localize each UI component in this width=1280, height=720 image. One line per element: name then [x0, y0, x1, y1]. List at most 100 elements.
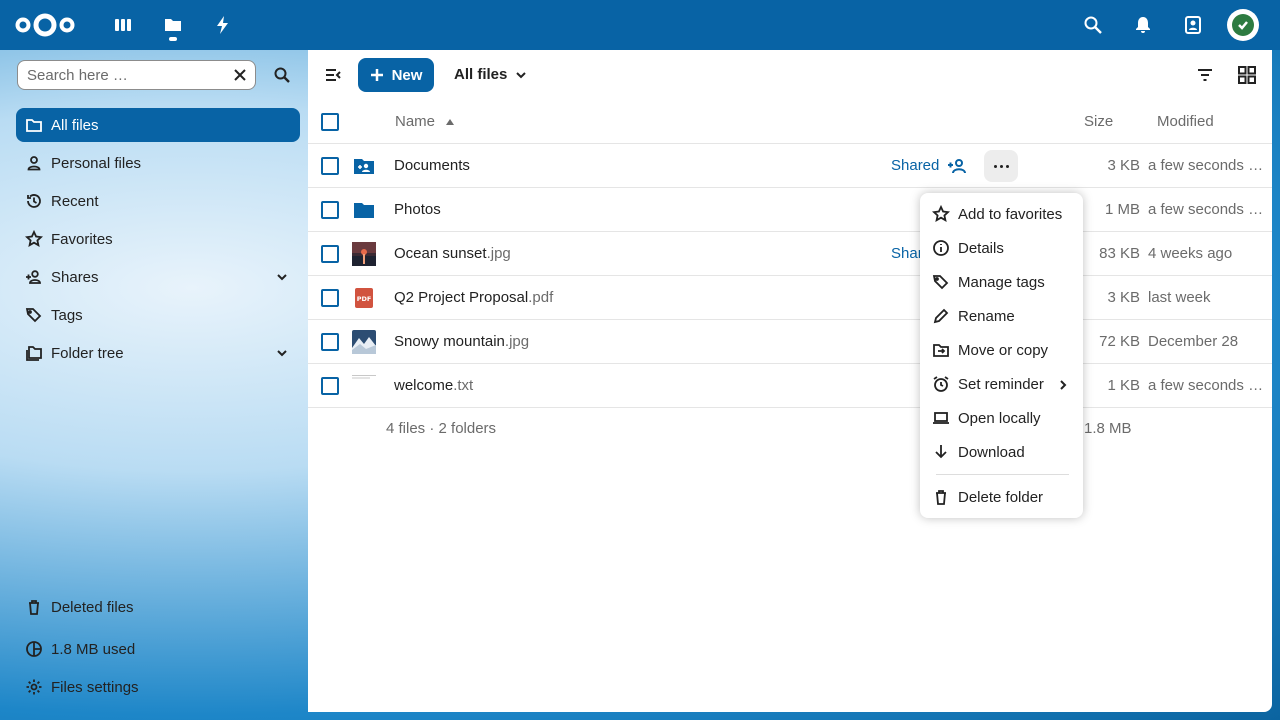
- file-list-header: Name Size Modified: [308, 100, 1272, 144]
- filter-icon[interactable]: [1196, 66, 1214, 84]
- file-list-summary: 4 files · 2 folders: [386, 420, 497, 437]
- actions-menu-button[interactable]: [984, 150, 1018, 182]
- column-name-header[interactable]: Name: [395, 113, 455, 130]
- notifications-icon[interactable]: [1131, 13, 1155, 37]
- dashboard-icon[interactable]: [111, 13, 135, 37]
- shared-label[interactable]: Shar: [891, 245, 923, 262]
- shared-folder-icon: [352, 154, 376, 178]
- column-size-header[interactable]: Size: [1084, 113, 1113, 130]
- file-size: 72 KB: [1099, 333, 1140, 350]
- file-size: 3 KB: [1107, 289, 1140, 306]
- menu-item-rename[interactable]: Rename: [920, 299, 1083, 333]
- select-all-checkbox[interactable]: [321, 113, 339, 131]
- clear-search-icon[interactable]: [232, 67, 248, 83]
- gear-icon: [24, 677, 44, 697]
- row-checkbox[interactable]: [321, 377, 339, 395]
- pdf-icon: PDF: [352, 286, 376, 310]
- online-status-icon: [1232, 14, 1254, 36]
- nextcloud-logo[interactable]: [14, 10, 76, 40]
- folder-icon: [352, 198, 376, 222]
- share-user-icon[interactable]: [947, 156, 967, 176]
- sidebar-item-folder-tree[interactable]: Folder tree: [16, 336, 300, 370]
- quota-label: 1.8 MB used: [51, 640, 136, 658]
- grid-view-icon[interactable]: [1237, 65, 1257, 85]
- table-row[interactable]: welcome.txt 1 KB a few seconds ago: [308, 364, 1272, 408]
- file-modified: 4 weeks ago: [1148, 245, 1233, 262]
- row-checkbox[interactable]: [321, 289, 339, 307]
- sort-ascending-icon: [446, 118, 455, 125]
- sidebar-item-personal-files[interactable]: Personal files: [16, 146, 300, 180]
- history-icon: [24, 191, 44, 211]
- search-input[interactable]: [27, 66, 217, 84]
- sidebar-item-label: All files: [51, 116, 99, 134]
- sidebar-item-shares[interactable]: Shares: [16, 260, 300, 294]
- menu-item-set-reminder[interactable]: Set reminder: [920, 367, 1083, 401]
- image-thumbnail-icon: [352, 330, 376, 354]
- activity-icon[interactable]: [211, 13, 235, 37]
- files-app-icon[interactable]: [161, 13, 185, 37]
- file-name[interactable]: Photos: [394, 201, 441, 218]
- tag-icon: [932, 273, 950, 291]
- file-name[interactable]: welcome.txt: [394, 377, 473, 394]
- table-row[interactable]: Documents Shared 3 KB a few seconds ago: [308, 144, 1272, 188]
- pencil-icon: [932, 307, 950, 325]
- shared-label[interactable]: Shared: [891, 157, 939, 174]
- sidebar-item-all-files[interactable]: All files: [16, 108, 300, 142]
- menu-item-add-to-favorites[interactable]: Add to favorites: [920, 197, 1083, 231]
- file-name[interactable]: Snowy mountain.jpg: [394, 333, 529, 350]
- file-name[interactable]: Ocean sunset.jpg: [394, 245, 511, 262]
- menu-item-details[interactable]: Details: [920, 231, 1083, 265]
- share-icon: [24, 267, 44, 287]
- toggle-sidebar-icon[interactable]: [324, 66, 342, 84]
- menu-item-open-locally[interactable]: Open locally: [920, 401, 1083, 435]
- sidebar-item-favorites[interactable]: Favorites: [16, 222, 300, 256]
- file-modified: December 28: [1148, 333, 1239, 350]
- navigation-sidebar: All files Personal files Recent Favorite…: [8, 50, 308, 712]
- folder-icon: [24, 115, 44, 135]
- top-bar: [0, 0, 1280, 50]
- menu-item-manage-tags[interactable]: Manage tags: [920, 265, 1083, 299]
- sidebar-item-label: Favorites: [51, 230, 113, 248]
- breadcrumb[interactable]: All files: [454, 66, 527, 83]
- menu-item-move-or-copy[interactable]: Move or copy: [920, 333, 1083, 367]
- new-button-label: New: [391, 66, 423, 84]
- sidebar-item-recent[interactable]: Recent: [16, 184, 300, 218]
- chevron-down-icon[interactable]: [274, 269, 290, 285]
- file-actions-menu: Add to favorites Details Manage tags Ren…: [920, 193, 1083, 518]
- chevron-down-icon[interactable]: [274, 345, 290, 361]
- table-row[interactable]: Ocean sunset.jpg Shar 83 KB 4 weeks ago: [308, 232, 1272, 276]
- contacts-icon[interactable]: [1181, 13, 1205, 37]
- search-submit-icon[interactable]: [273, 66, 291, 84]
- star-icon: [932, 205, 950, 223]
- sidebar-item-tags[interactable]: Tags: [16, 298, 300, 332]
- star-icon: [24, 229, 44, 249]
- file-modified: a few seconds ago: [1148, 201, 1266, 218]
- chevron-right-icon: [1057, 378, 1069, 390]
- file-modified: a few seconds ago: [1148, 377, 1266, 394]
- menu-item-delete-folder[interactable]: Delete folder: [920, 480, 1083, 514]
- storage-quota[interactable]: 1.8 MB used: [16, 632, 300, 666]
- sidebar-item-label: Shares: [51, 268, 99, 286]
- sidebar-item-files-settings[interactable]: Files settings: [16, 670, 300, 704]
- file-modified: a few seconds ago: [1148, 157, 1266, 174]
- row-checkbox[interactable]: [321, 201, 339, 219]
- row-checkbox[interactable]: [321, 245, 339, 263]
- table-row[interactable]: Snowy mountain.jpg 72 KB December 28: [308, 320, 1272, 364]
- file-name[interactable]: Q2 Project Proposal.pdf: [394, 289, 553, 306]
- download-icon: [932, 443, 950, 461]
- row-checkbox[interactable]: [321, 157, 339, 175]
- file-name[interactable]: Documents: [394, 157, 470, 174]
- user-avatar[interactable]: [1227, 9, 1259, 41]
- image-thumbnail-icon: [352, 242, 376, 266]
- table-row[interactable]: PDF Q2 Project Proposal.pdf 3 KB last we…: [308, 276, 1272, 320]
- search-icon[interactable]: [1081, 13, 1105, 37]
- column-modified-header[interactable]: Modified: [1157, 113, 1214, 130]
- search-field[interactable]: [17, 60, 256, 90]
- menu-item-download[interactable]: Download: [920, 435, 1083, 469]
- breadcrumb-current: All files: [454, 66, 508, 83]
- row-checkbox[interactable]: [321, 333, 339, 351]
- new-button[interactable]: New: [358, 58, 434, 92]
- info-icon: [932, 239, 950, 257]
- sidebar-item-deleted-files[interactable]: Deleted files: [16, 590, 300, 624]
- table-row[interactable]: Photos 1 MB a few seconds ago: [308, 188, 1272, 232]
